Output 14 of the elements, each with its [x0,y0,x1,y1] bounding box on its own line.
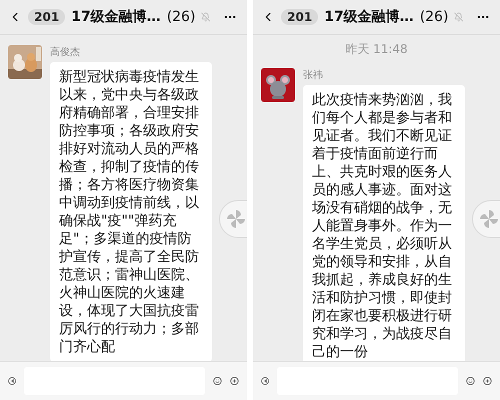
unread-count: 201 [28,9,66,25]
message-bubble: 新型冠状病毒疫情发生以来，党中央与各级政府精确部署，合理安排防控事项；各级政府安排好对流动人员的严格检查，抑制了疫情的传播；各方将医疗物资集中调动到疫情前线，以确保战"疫""弹药充足"；多渠道的疫情防护宣传，提高了全民防范意识；雷神山医院、火神山医院的火速建设，体现了大国抗疫雷厉风行的行动力；多部门齐心配 [50,62,212,361]
sender-name: 高俊杰 [50,46,81,59]
member-count: (26) [420,9,448,25]
unread-count: 201 [281,9,318,25]
member-count: (26) [166,9,196,25]
pinwheel-icon [479,209,499,229]
chat-title: 17级金融博… [71,8,161,26]
sender-name: 张祎 [303,68,324,82]
mouse-avatar-icon [261,68,295,102]
pinwheel-icon [226,209,246,229]
message-bubble: 此次疫情来势汹汹，我们每个人都是参与者和见证者。我们不断见证着于疫情面前逆行而上、共克时艰的医务人员的感人事迹。面对这场没有硝烟的战争，无人能置身事外。作为一名学生党员，必须听从党的领导和安排，从自我抓起，养成良好的生活和防护习惯，即使封闭在家也要积极进行研究和学习，为战疫尽自己的一份 [303,85,466,361]
timestamp: 昨天 11:48 [345,41,408,58]
chat-title: 17级金融博… [324,8,414,26]
